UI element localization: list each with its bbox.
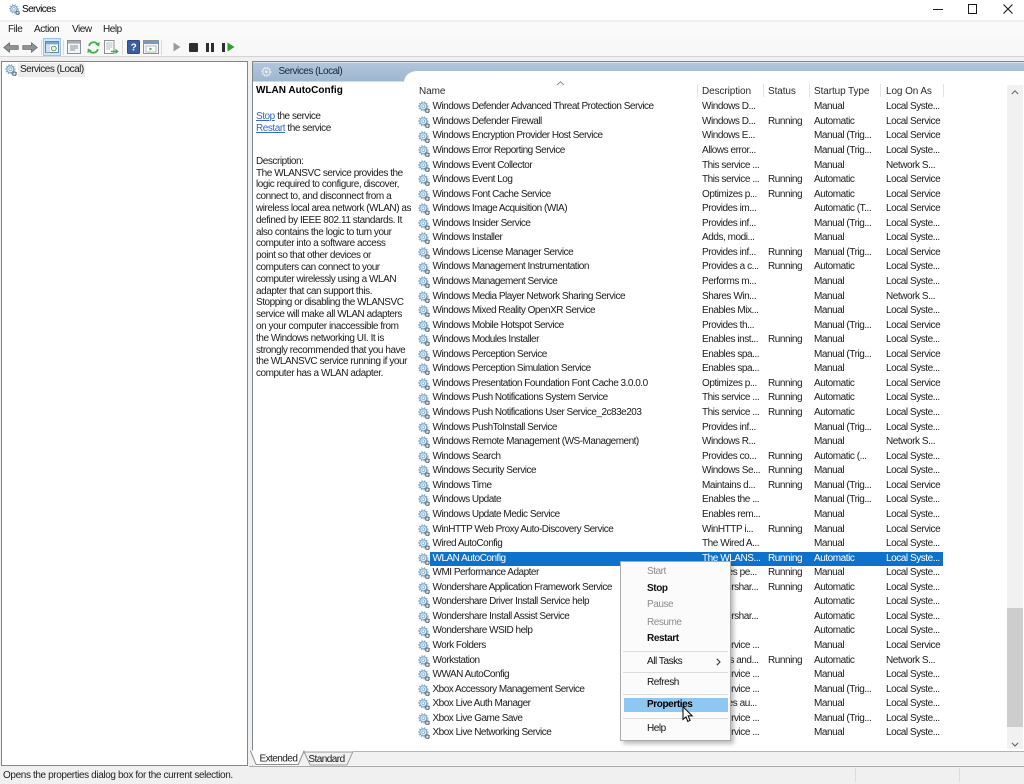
svg-text:Standard: Standard	[308, 753, 344, 764]
svg-text:Extended: Extended	[259, 753, 297, 764]
svg-text:?: ?	[130, 43, 136, 54]
